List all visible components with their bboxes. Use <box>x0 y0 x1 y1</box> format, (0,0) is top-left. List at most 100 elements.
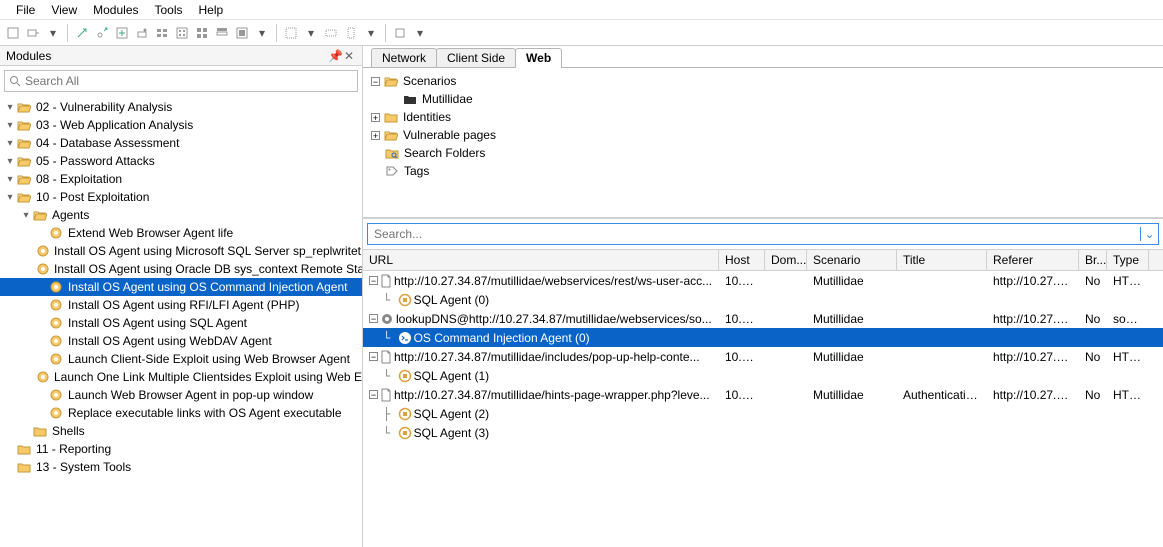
expand-icon[interactable]: + <box>371 131 380 140</box>
pin-icon[interactable]: 📌 <box>328 49 342 63</box>
toolbar-btn-8[interactable] <box>153 24 171 42</box>
expand-icon[interactable]: ▾ <box>4 138 16 149</box>
menu-tools[interactable]: Tools <box>147 1 191 19</box>
module-node-10[interactable]: Install OS Agent using OS Command Inject… <box>0 278 362 296</box>
toolbar-btn-6[interactable] <box>113 24 131 42</box>
modules-search-input[interactable] <box>25 74 353 88</box>
module-node-18[interactable]: Shells <box>0 422 362 440</box>
module-node-6[interactable]: ▾Agents <box>0 206 362 224</box>
expand-icon[interactable]: ▾ <box>4 174 16 185</box>
expand-icon[interactable]: − <box>369 314 378 323</box>
menu-help[interactable]: Help <box>191 1 232 19</box>
module-node-3[interactable]: ▾05 - Password Attacks <box>0 152 362 170</box>
menu-modules[interactable]: Modules <box>85 1 146 19</box>
tab-web[interactable]: Web <box>515 48 562 67</box>
table-row[interactable]: −lookupDNS@http://10.27.34.87/mutillidae… <box>363 309 1163 328</box>
expand-icon[interactable]: ▾ <box>4 120 16 131</box>
modules-search[interactable] <box>4 70 358 92</box>
expand-icon[interactable]: ▾ <box>4 192 16 203</box>
expand-icon[interactable]: − <box>369 276 378 285</box>
scenario-node-3[interactable]: +Vulnerable pages <box>367 126 1159 144</box>
toolbar-btn-7[interactable] <box>133 24 151 42</box>
expand-icon[interactable]: − <box>369 390 378 399</box>
toolbar-btn-16[interactable] <box>322 24 340 42</box>
expand-icon[interactable]: − <box>369 352 378 361</box>
type-cell: soap... <box>1107 312 1149 326</box>
toolbar-btn-10[interactable] <box>193 24 211 42</box>
table-subrow[interactable]: └ OS Command Injection Agent (0) <box>363 328 1163 347</box>
toolbar-btn-5[interactable] <box>93 24 111 42</box>
scenario-node-2[interactable]: +Identities <box>367 108 1159 126</box>
expand-icon[interactable]: ▾ <box>4 102 16 113</box>
module-node-20[interactable]: 13 - System Tools <box>0 458 362 476</box>
module-node-19[interactable]: 11 - Reporting <box>0 440 362 458</box>
expand-icon[interactable]: + <box>371 113 380 122</box>
module-node-0[interactable]: ▾02 - Vulnerability Analysis <box>0 98 362 116</box>
col-type[interactable]: Type <box>1107 250 1149 270</box>
module-node-7[interactable]: Extend Web Browser Agent life <box>0 224 362 242</box>
br-cell: No <box>1079 312 1107 326</box>
module-node-5[interactable]: ▾10 - Post Exploitation <box>0 188 362 206</box>
module-node-4[interactable]: ▾08 - Exploitation <box>0 170 362 188</box>
col-dom[interactable]: Dom... <box>765 250 807 270</box>
expand-icon[interactable]: − <box>371 77 380 86</box>
scenario-node-4[interactable]: Search Folders <box>367 144 1159 162</box>
module-node-15[interactable]: Launch One Link Multiple Clientsides Exp… <box>0 368 362 386</box>
results-table: ⌄ URL Host Dom... Scenario Title Referer… <box>363 218 1163 547</box>
module-node-14[interactable]: Launch Client-Side Exploit using Web Bro… <box>0 350 362 368</box>
col-scenario[interactable]: Scenario <box>807 250 897 270</box>
scenario-node-0[interactable]: −Scenarios <box>367 72 1159 90</box>
table-subrow[interactable]: ├ SQL Agent (2) <box>363 404 1163 423</box>
module-node-2[interactable]: ▾04 - Database Assessment <box>0 134 362 152</box>
scenario-tree[interactable]: −ScenariosMutillidae+Identities+Vulnerab… <box>363 68 1163 218</box>
col-title[interactable]: Title <box>897 250 987 270</box>
col-url[interactable]: URL <box>363 250 719 270</box>
expand-icon[interactable]: ▾ <box>20 210 32 221</box>
toolbar-btn-9[interactable] <box>173 24 191 42</box>
modules-tree[interactable]: ▾02 - Vulnerability Analysis▾03 - Web Ap… <box>0 96 362 547</box>
folder-open-icon <box>16 189 32 205</box>
table-subrow[interactable]: └ SQL Agent (3) <box>363 423 1163 442</box>
toolbar-btn-13[interactable]: ▾ <box>253 24 271 42</box>
toolbar-btn-3[interactable]: ▾ <box>44 24 62 42</box>
tab-network[interactable]: Network <box>371 48 437 67</box>
module-node-12[interactable]: Install OS Agent using SQL Agent <box>0 314 362 332</box>
toolbar-btn-2[interactable] <box>24 24 42 42</box>
table-row[interactable]: −http://10.27.34.87/mutillidae/includes/… <box>363 347 1163 366</box>
menu-view[interactable]: View <box>43 1 85 19</box>
scenario-node-1[interactable]: Mutillidae <box>367 90 1159 108</box>
toolbar-btn-20[interactable]: ▾ <box>411 24 429 42</box>
menu-file[interactable]: File <box>8 1 43 19</box>
module-node-1[interactable]: ▾03 - Web Application Analysis <box>0 116 362 134</box>
table-row[interactable]: −http://10.27.34.87/mutillidae/webservic… <box>363 271 1163 290</box>
toolbar-btn-17[interactable] <box>342 24 360 42</box>
toolbar-btn-1[interactable] <box>4 24 22 42</box>
scenario-node-5[interactable]: Tags <box>367 162 1159 180</box>
module-node-11[interactable]: Install OS Agent using RFI/LFI Agent (PH… <box>0 296 362 314</box>
toolbar-btn-19[interactable] <box>391 24 409 42</box>
module-node-9[interactable]: Install OS Agent using Oracle DB sys_con… <box>0 260 362 278</box>
chevron-down-icon[interactable]: ⌄ <box>1140 227 1158 241</box>
col-br[interactable]: Br... <box>1079 250 1107 270</box>
toolbar-btn-15[interactable]: ▾ <box>302 24 320 42</box>
close-icon[interactable]: ✕ <box>342 49 356 63</box>
expand-icon[interactable]: ▾ <box>4 156 16 167</box>
table-search[interactable]: ⌄ <box>367 223 1159 245</box>
table-search-input[interactable] <box>368 227 1140 241</box>
module-node-16[interactable]: Launch Web Browser Agent in pop-up windo… <box>0 386 362 404</box>
tab-client-side[interactable]: Client Side <box>436 48 516 67</box>
col-host[interactable]: Host <box>719 250 765 270</box>
toolbar-btn-4[interactable] <box>73 24 91 42</box>
toolbar-btn-11[interactable] <box>213 24 231 42</box>
grid-body[interactable]: −http://10.27.34.87/mutillidae/webservic… <box>363 271 1163 547</box>
table-subrow[interactable]: └ SQL Agent (0) <box>363 290 1163 309</box>
toolbar-btn-14[interactable] <box>282 24 300 42</box>
col-referer[interactable]: Referer <box>987 250 1079 270</box>
table-row[interactable]: −http://10.27.34.87/mutillidae/hints-pag… <box>363 385 1163 404</box>
module-node-17[interactable]: Replace executable links with OS Agent e… <box>0 404 362 422</box>
toolbar-btn-18[interactable]: ▾ <box>362 24 380 42</box>
module-node-13[interactable]: Install OS Agent using WebDAV Agent <box>0 332 362 350</box>
table-subrow[interactable]: └ SQL Agent (1) <box>363 366 1163 385</box>
module-node-8[interactable]: Install OS Agent using Microsoft SQL Ser… <box>0 242 362 260</box>
toolbar-btn-12[interactable] <box>233 24 251 42</box>
